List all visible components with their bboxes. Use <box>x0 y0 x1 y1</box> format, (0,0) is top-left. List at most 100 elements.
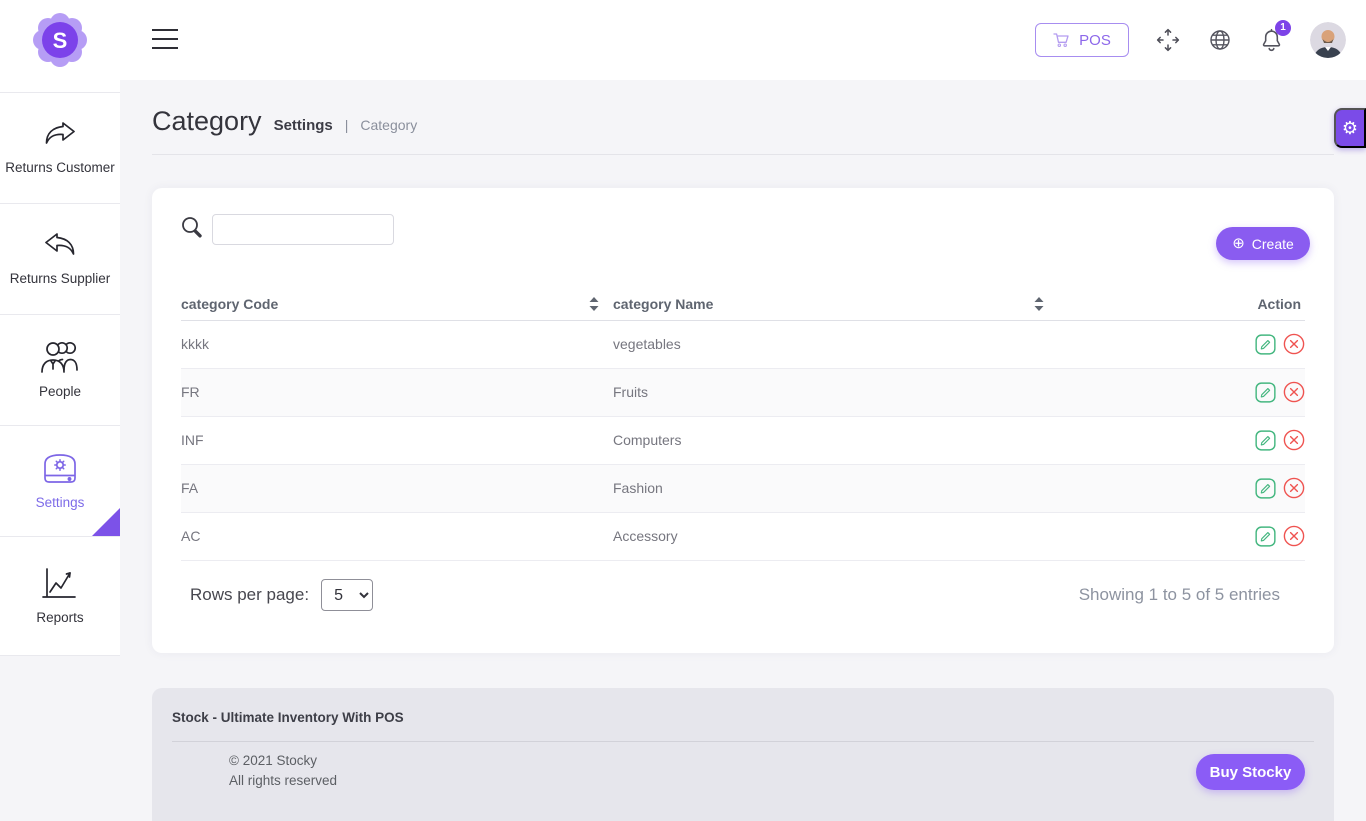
page-head: Category Settings | Category <box>152 106 417 137</box>
app-root: S POS 1 Returns Customer Returns Supplie… <box>0 0 1366 821</box>
cell-category-code: FA <box>181 464 613 513</box>
edit-pencil-icon <box>1255 525 1276 547</box>
sidebar-label: People <box>38 383 82 399</box>
footer-copyright: © 2021 Stocky All rights reserved <box>229 751 337 791</box>
sidebar-item-settings[interactable]: Settings <box>0 425 120 536</box>
edit-button[interactable] <box>1255 429 1276 451</box>
sidebar-item-reports[interactable]: Reports <box>0 536 120 656</box>
delete-button[interactable] <box>1283 525 1305 547</box>
category-card: ⊕ Create category Code category Name Act… <box>152 188 1334 653</box>
delete-x-icon <box>1283 429 1305 451</box>
settings-device-icon <box>44 454 76 483</box>
search-icon <box>180 215 204 239</box>
undo-arrow-icon <box>45 233 75 255</box>
theme-settings-button[interactable]: ⚙ <box>1334 108 1366 148</box>
language-button[interactable] <box>1207 27 1233 53</box>
copyright-line: © 2021 Stocky <box>229 753 317 768</box>
stocky-logo[interactable]: S <box>32 12 88 68</box>
edit-button[interactable] <box>1255 381 1276 403</box>
sort-icon[interactable] <box>1034 296 1044 311</box>
svg-text:S: S <box>53 28 68 53</box>
sort-icon[interactable] <box>589 296 599 311</box>
column-header-category-name[interactable]: category Name <box>613 288 1058 321</box>
footer-title: Stock - Ultimate Inventory With POS <box>172 710 404 725</box>
delete-button[interactable] <box>1283 333 1305 355</box>
page-title: Category <box>152 106 262 136</box>
create-button[interactable]: ⊕ Create <box>1216 227 1310 260</box>
table-header-row: category Code category Name Action <box>181 288 1305 321</box>
edit-button[interactable] <box>1255 477 1276 499</box>
edit-pencil-icon <box>1255 333 1276 355</box>
table-row: kkkk vegetables <box>181 320 1305 369</box>
sidebar-label: Settings <box>35 494 85 510</box>
edit-pencil-icon <box>1255 477 1276 499</box>
breadcrumb-separator: | <box>344 117 349 133</box>
header-actions: POS 1 <box>1035 0 1346 80</box>
sidebar-label: Reports <box>36 609 84 625</box>
footer-card: Stock - Ultimate Inventory With POS © 20… <box>152 688 1334 821</box>
cell-category-name: vegetables <box>613 320 1058 369</box>
stocky-logo-icon: S <box>33 13 87 67</box>
sidebar: Returns Customer Returns Supplier People… <box>0 80 120 656</box>
showing-entries-text: Showing 1 to 5 of 5 entries <box>1078 585 1280 604</box>
avatar-photo <box>1310 22 1346 58</box>
user-avatar[interactable] <box>1310 22 1346 58</box>
pos-button-label: POS <box>1079 31 1111 49</box>
cell-category-code: AC <box>181 512 613 561</box>
create-button-label: Create <box>1251 235 1294 252</box>
table-row: AC Accessory <box>181 512 1305 561</box>
plus-circle-icon: ⊕ <box>1232 235 1245 252</box>
sidebar-label: Returns Customer <box>5 159 115 175</box>
cell-category-code: FR <box>181 368 613 417</box>
edit-pencil-icon <box>1255 381 1276 403</box>
cell-category-name: Accessory <box>613 512 1058 561</box>
delete-button[interactable] <box>1283 477 1305 499</box>
delete-button[interactable] <box>1283 429 1305 451</box>
cart-icon <box>1053 33 1069 47</box>
redo-arrow-icon <box>45 122 75 144</box>
sidebar-item-returns-supplier[interactable]: Returns Supplier <box>0 203 120 314</box>
expand-arrows-icon <box>1156 28 1180 52</box>
globe-icon <box>1210 30 1230 50</box>
column-header-action: Action <box>1058 288 1305 321</box>
edit-pencil-icon <box>1255 429 1276 451</box>
active-corner-marker <box>92 508 120 536</box>
column-header-category-code[interactable]: category Code <box>181 288 613 321</box>
rows-per-page-select[interactable]: 5 <box>321 579 374 611</box>
edit-button[interactable] <box>1255 333 1276 355</box>
notifications-button[interactable]: 1 <box>1259 19 1291 54</box>
cell-category-code: INF <box>181 416 613 465</box>
delete-x-icon <box>1283 477 1305 499</box>
table-row: FA Fashion <box>181 464 1305 513</box>
delete-x-icon <box>1283 333 1305 355</box>
pagination-bar: Rows per page: 5 Showing 1 to 5 of 5 ent… <box>152 573 1334 617</box>
rows-per-page-label: Rows per page: <box>190 585 310 604</box>
category-table: category Code category Name Action kkkk … <box>181 288 1305 561</box>
cell-category-name: Computers <box>613 416 1058 465</box>
buy-stocky-button[interactable]: Buy Stocky <box>1196 754 1305 790</box>
delete-x-icon <box>1283 525 1305 547</box>
gear-icon: ⚙ <box>1341 117 1359 138</box>
search-input[interactable] <box>212 214 394 245</box>
cell-category-code: kkkk <box>181 320 613 369</box>
pos-button[interactable]: POS <box>1035 23 1129 57</box>
cell-category-name: Fashion <box>613 464 1058 513</box>
cell-category-name: Fruits <box>613 368 1058 417</box>
breadcrumb-parent[interactable]: Settings <box>274 117 333 134</box>
line-chart-icon <box>42 568 76 598</box>
fullscreen-button[interactable] <box>1155 27 1181 53</box>
menu-toggle-button[interactable] <box>152 29 178 51</box>
table-row: FR Fruits <box>181 368 1305 417</box>
delete-x-icon <box>1283 381 1305 403</box>
rights-line: All rights reserved <box>229 773 338 788</box>
sidebar-item-returns-customer[interactable]: Returns Customer <box>0 92 120 203</box>
delete-button[interactable] <box>1283 381 1305 403</box>
people-icon <box>41 341 78 373</box>
table-row: INF Computers <box>181 416 1305 465</box>
notification-badge: 1 <box>1275 19 1291 36</box>
edit-button[interactable] <box>1255 525 1276 547</box>
sidebar-label: Returns Supplier <box>9 270 111 286</box>
top-bar: S POS 1 <box>0 0 1366 80</box>
sidebar-item-people[interactable]: People <box>0 314 120 425</box>
page-head-divider <box>152 154 1334 155</box>
